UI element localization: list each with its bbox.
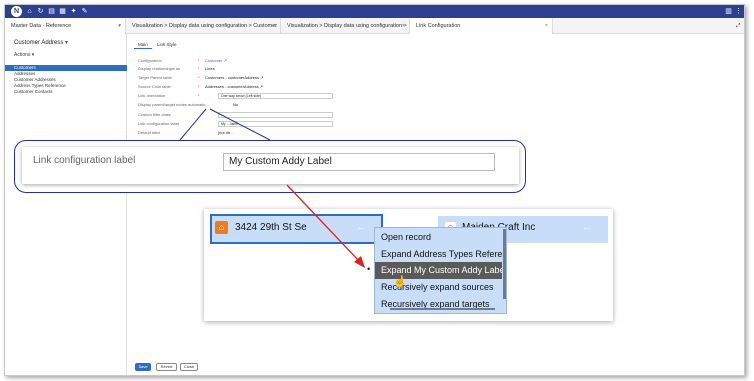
annotation-arrow (286, 184, 365, 268)
screenshot-stage: N ⌂ ↻ ▤ ▦ ✦ ✎ ▥ ⋮ Master Data - Referenc… (0, 0, 754, 381)
